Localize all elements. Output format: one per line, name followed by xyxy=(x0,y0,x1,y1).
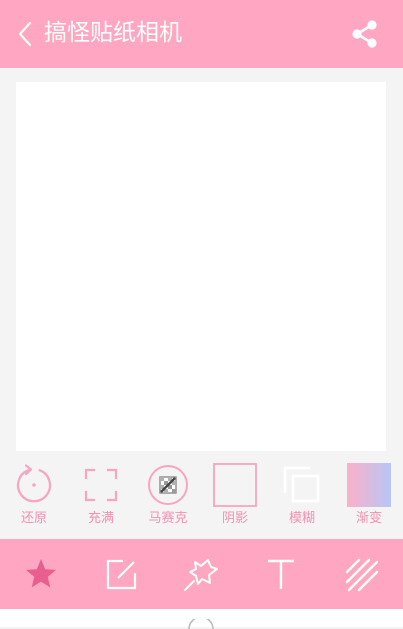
page-title: 搞怪贴纸相机 xyxy=(44,20,182,46)
tab-edit[interactable] xyxy=(101,554,141,594)
mosaic-label: 马赛克 xyxy=(148,511,188,526)
shadow-icon xyxy=(213,463,257,507)
tab-pattern[interactable] xyxy=(341,554,381,594)
edit-icon xyxy=(106,559,137,590)
text-icon xyxy=(268,559,294,589)
app-header: 搞怪贴纸相机 xyxy=(0,0,403,68)
tab-sticker-star[interactable] xyxy=(21,554,61,594)
share-icon xyxy=(352,20,377,48)
star-icon xyxy=(26,559,56,588)
tool-row: 还原 充满 马赛克 阴影 模糊 渐变 xyxy=(0,455,403,537)
blur-label: 模糊 xyxy=(288,511,315,526)
footer-strip xyxy=(0,609,403,629)
sticker-icon xyxy=(184,559,218,591)
tab-sticker[interactable] xyxy=(181,554,221,594)
blur-icon xyxy=(283,466,320,503)
chevron-left-icon xyxy=(18,21,32,47)
fill-frame-icon xyxy=(84,468,118,502)
gradient-icon xyxy=(347,463,391,507)
fill-tool[interactable]: 充满 xyxy=(73,455,129,535)
image-canvas[interactable] xyxy=(16,82,386,451)
mosaic-icon xyxy=(148,465,188,505)
mosaic-tool[interactable]: 马赛克 xyxy=(140,455,196,535)
back-button[interactable] xyxy=(14,18,38,50)
tab-text[interactable] xyxy=(261,554,301,594)
restore-tool[interactable]: 还原 xyxy=(6,455,62,535)
restore-icon xyxy=(16,464,52,503)
blur-tool[interactable]: 模糊 xyxy=(274,455,330,535)
shadow-label: 阴影 xyxy=(221,511,248,526)
bottom-toolbar xyxy=(0,539,403,609)
gradient-label: 渐变 xyxy=(355,511,382,526)
restore-label: 还原 xyxy=(20,511,47,526)
gradient-tool[interactable]: 渐变 xyxy=(341,455,397,535)
home-indicator-icon xyxy=(188,619,214,629)
shadow-tool[interactable]: 阴影 xyxy=(207,455,263,535)
fill-label: 充满 xyxy=(87,511,114,526)
stripes-icon xyxy=(345,558,379,592)
share-button[interactable] xyxy=(348,18,382,50)
